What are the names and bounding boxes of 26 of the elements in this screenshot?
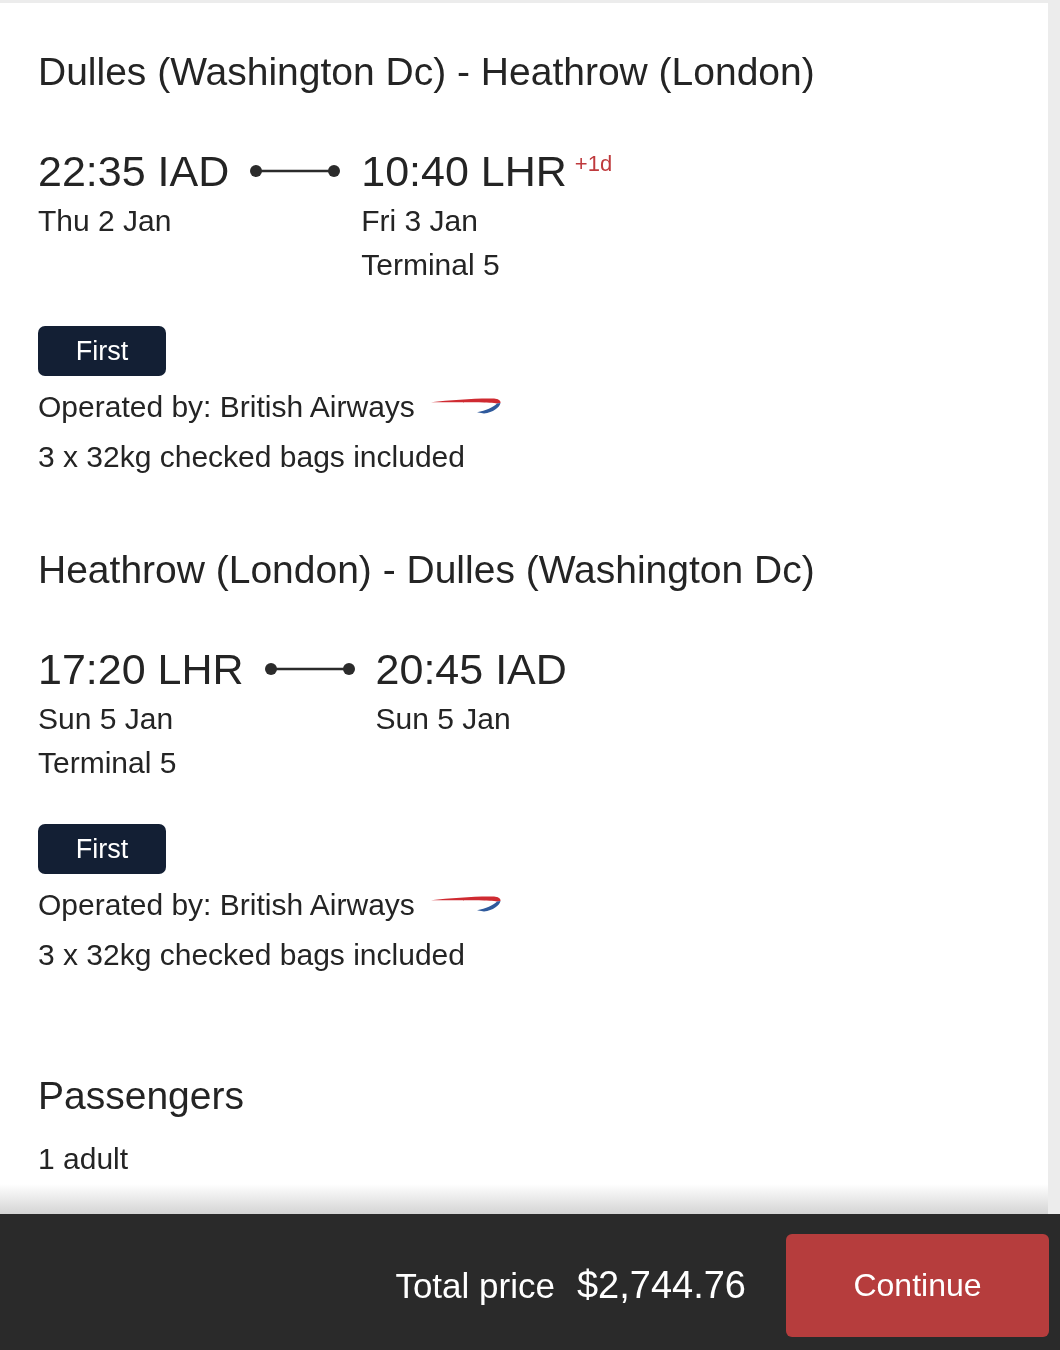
arrival-date: Fri 3 Jan xyxy=(361,203,478,239)
route-title: Dulles (Washington Dc) - Heathrow (London) xyxy=(38,49,815,95)
total-price-label: Total price xyxy=(395,1265,555,1307)
terminal-label: Terminal 5 xyxy=(361,247,500,283)
total-price-value: $2,744.76 xyxy=(576,1263,746,1308)
departure-time: 22:35 IAD xyxy=(38,146,230,197)
cabin-badge: First xyxy=(38,824,166,874)
departure-date: Sun 5 Jan xyxy=(38,701,174,737)
baggage-text: 3 x 32kg checked bags included xyxy=(38,937,465,973)
terminal-label: Terminal 5 xyxy=(38,745,177,781)
continue-button[interactable]: Continue xyxy=(786,1234,1049,1337)
passenger-count: 1 adult xyxy=(38,1141,129,1177)
departure-date: Thu 2 Jan xyxy=(38,203,172,239)
arrival-time: 20:45 IAD xyxy=(375,644,567,695)
route-connector-icon xyxy=(263,662,356,676)
operator-text: Operated by: British Airways xyxy=(38,887,415,923)
operator-text: Operated by: British Airways xyxy=(38,389,415,425)
arrival-date: Sun 5 Jan xyxy=(375,701,511,737)
departure-time: 17:20 LHR xyxy=(38,644,244,695)
route-title: Heathrow (London) - Dulles (Washington Dc) xyxy=(38,547,815,593)
passengers-heading: Passengers xyxy=(38,1073,244,1119)
day-offset-label: +1d xyxy=(574,151,613,177)
route-connector-icon xyxy=(249,164,342,178)
cabin-badge: First xyxy=(38,326,166,376)
arrival-time: 10:40 LHR xyxy=(361,146,567,197)
baggage-text: 3 x 32kg checked bags included xyxy=(38,439,465,475)
